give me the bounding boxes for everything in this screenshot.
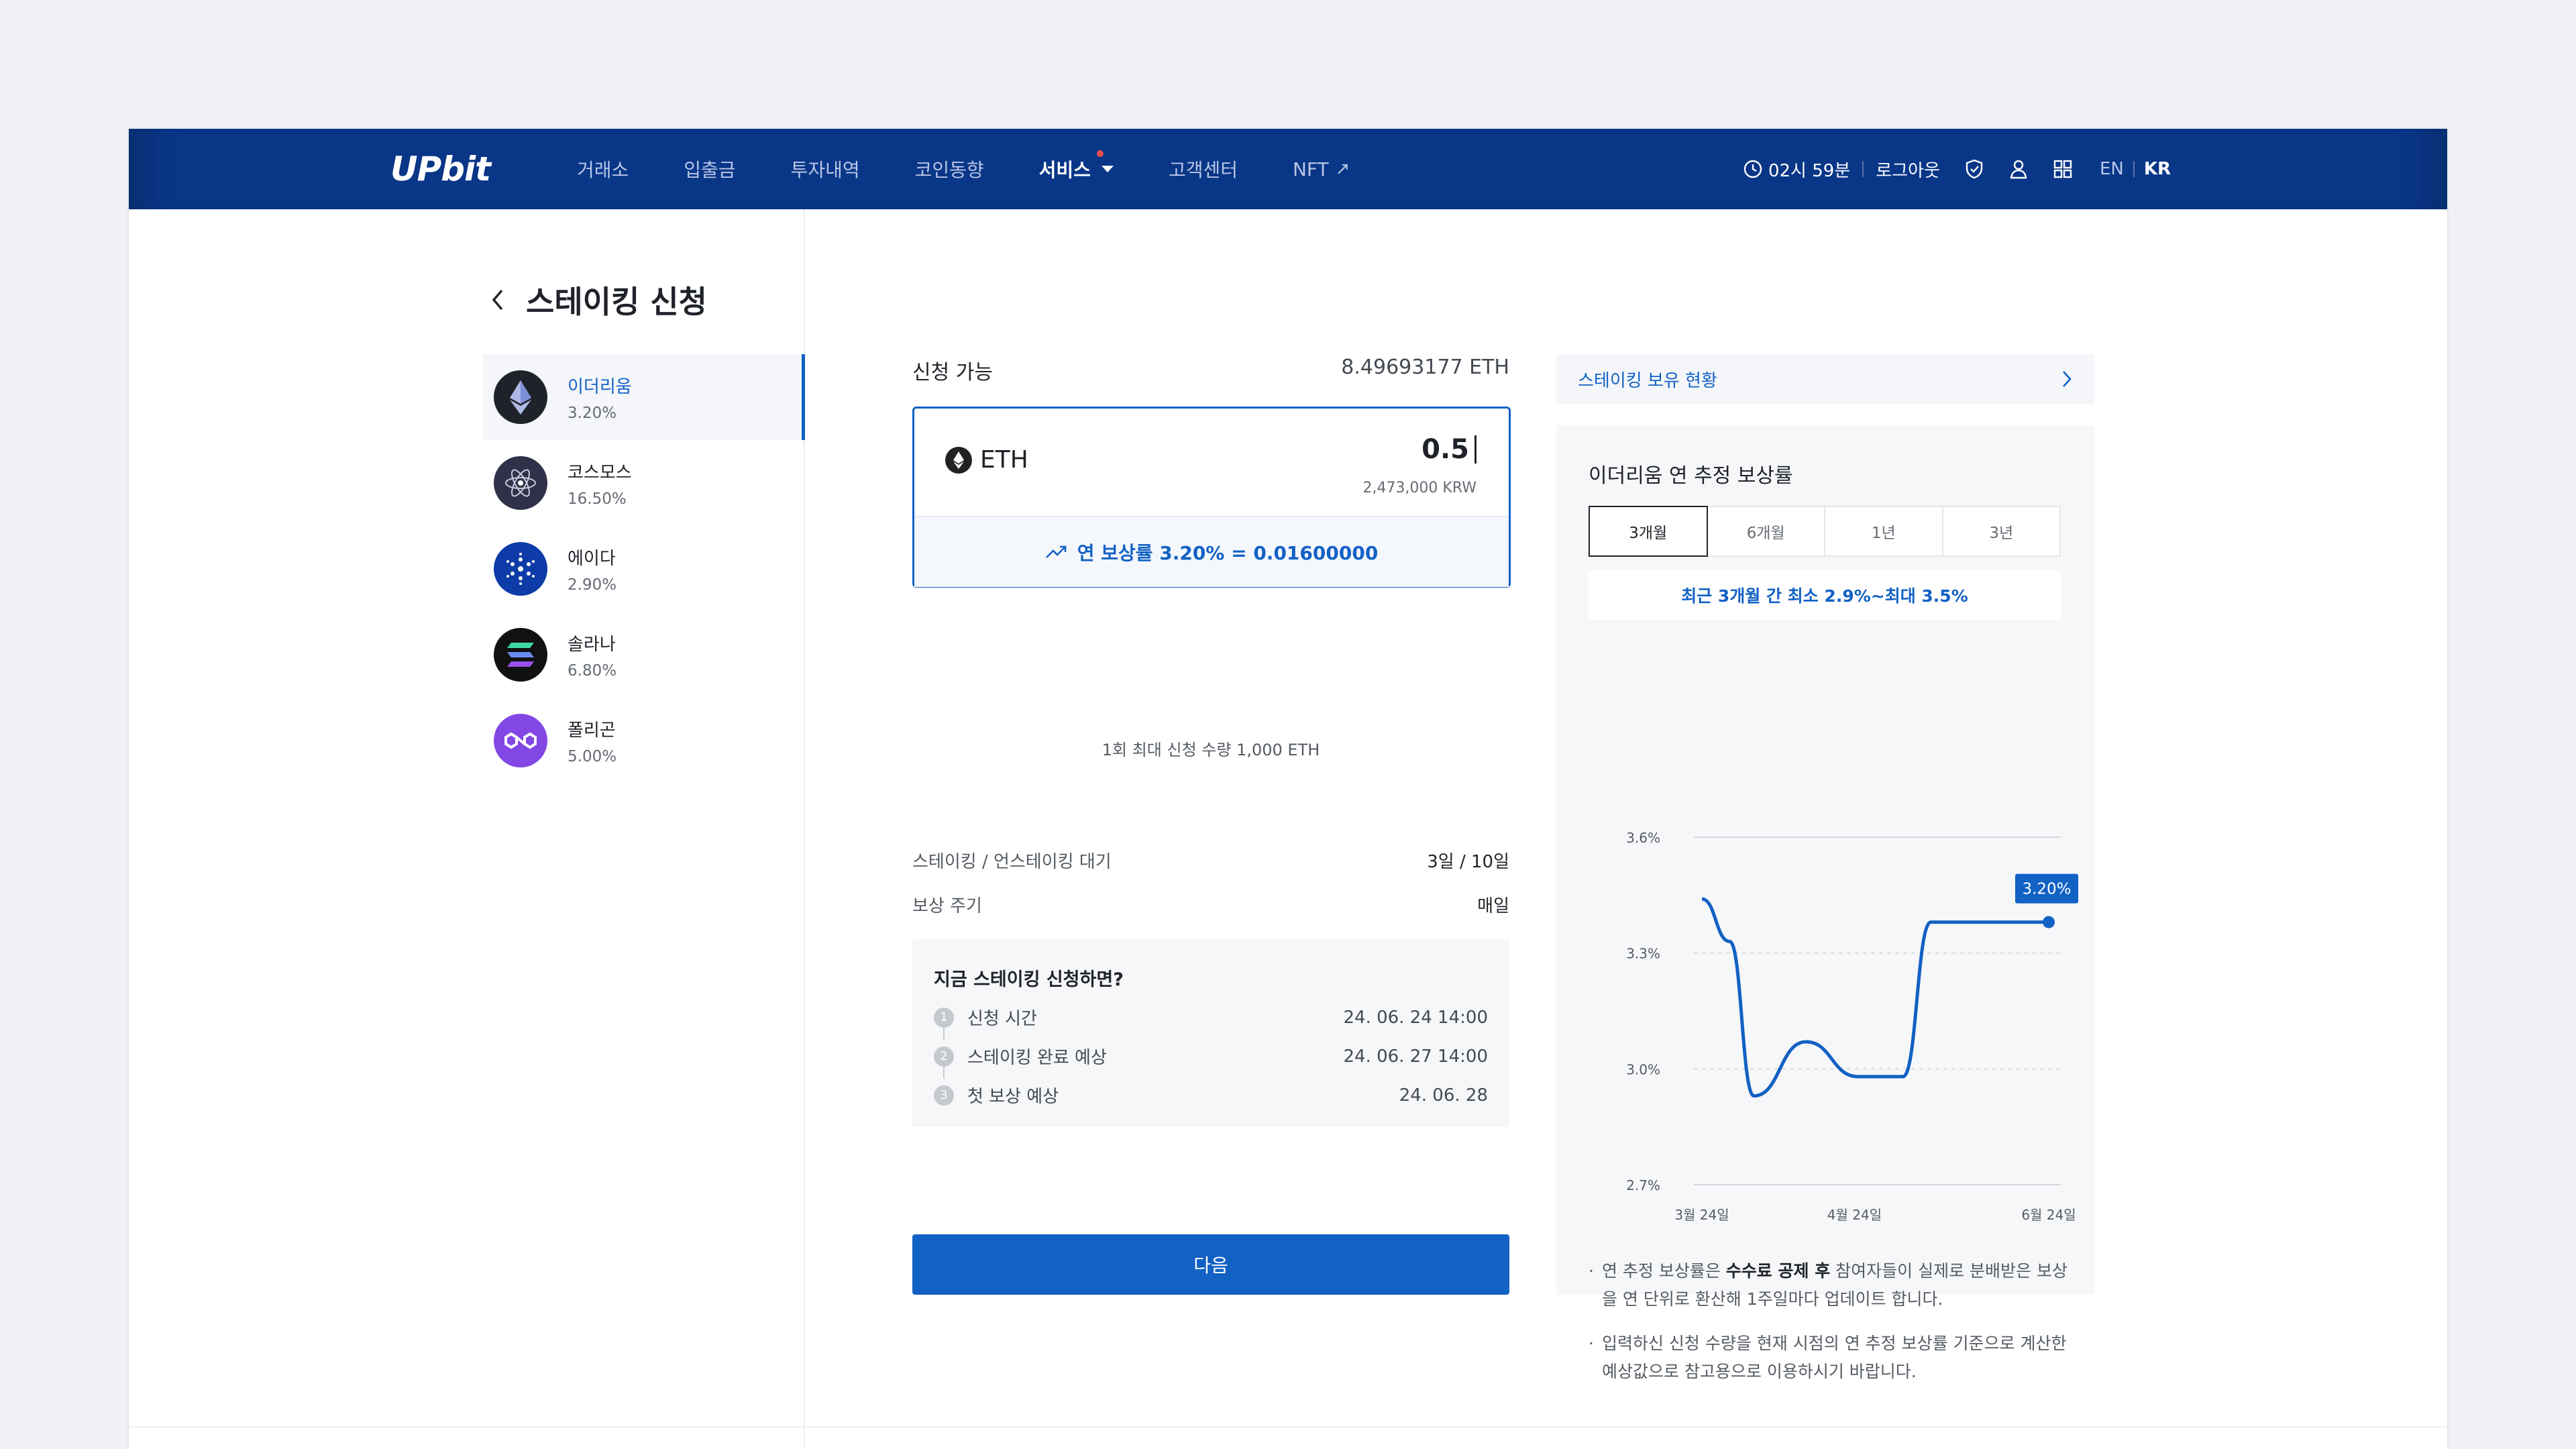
timeline-step: 3 첫 보상 예상 24. 06. 28: [934, 1083, 1488, 1108]
coin-list: 이더리움 3.20% 코스모스 16.50% 에이다 2.90% 솔라나 6.80% 폴…: [483, 354, 805, 784]
ethereum-small-icon: [945, 446, 972, 474]
reward-rate-card: 이더리움 연 추정 보상률 3개월 6개월 1년 3년 최근 3개월 간 최소 …: [1556, 425, 2094, 1381]
y-tick-label: 2.7%: [1626, 1177, 1660, 1193]
nav-deposit-withdraw[interactable]: 입출금: [684, 156, 735, 182]
y-tick-label: 3.3%: [1626, 946, 1660, 962]
page-title: 스테이킹 신청: [488, 278, 707, 322]
app-window: UPbit 거래소 입출금 투자내역 코인동향 서비스 고객센터 NFT ↗ 02…: [129, 129, 2447, 1449]
coin-item-solana[interactable]: 솔라나 6.80%: [483, 612, 805, 698]
shield-icon[interactable]: [1964, 158, 1984, 180]
amount-field[interactable]: 0.5: [1421, 434, 1477, 465]
footer-divider: [129, 1426, 2447, 1428]
back-chevron-icon[interactable]: [488, 286, 507, 313]
nav-nft[interactable]: NFT ↗: [1293, 158, 1350, 180]
nav-exchange[interactable]: 거래소: [577, 156, 629, 182]
lang-kr-button[interactable]: KR: [2144, 159, 2171, 179]
x-tick-label: 3월 24일: [1674, 1207, 1729, 1223]
cosmos-icon: [494, 456, 547, 510]
reward-cycle-row: 보상 주기 매일: [912, 896, 1509, 916]
clock-icon: [1743, 159, 1763, 179]
grid-menu-icon[interactable]: [2053, 159, 2073, 179]
solana-icon: [494, 628, 547, 682]
note-item: · 연 추정 보상률은 수수료 공제 후 참여자들이 실제로 분배받은 보상을 연…: [1589, 1261, 2068, 1309]
nav-customer-center[interactable]: 고객센터: [1169, 156, 1238, 182]
main-nav: 거래소 입출금 투자내역 코인동향 서비스 고객센터 NFT ↗: [577, 129, 1405, 209]
session-timer[interactable]: 02시 59분: [1768, 157, 1850, 182]
coin-item-polygon[interactable]: 폴리곤 5.00%: [483, 698, 805, 784]
staking-holdings-link[interactable]: 스테이킹 보유 현황: [1556, 354, 2094, 404]
asset-selector: ETH: [945, 446, 1028, 474]
coin-item-cosmos[interactable]: 코스모스 16.50%: [483, 440, 805, 526]
disclaimer-notes: · 연 추정 보상률은 수수료 공제 후 참여자들이 실제로 분배받은 보상을 연…: [1589, 1257, 2072, 1402]
note-item: · 입력하신 신청 수량을 현재 시점의 연 추정 보상률 기준으로 계산한 예상…: [1589, 1334, 2067, 1381]
timeline-connector: [943, 1064, 945, 1079]
upbit-logo[interactable]: UPbit: [390, 149, 491, 189]
header-utilities: 02시 59분 로그아웃 EN KR: [1743, 129, 2171, 209]
next-button[interactable]: 다음: [912, 1234, 1509, 1295]
timeline-connector: [943, 1025, 945, 1040]
divider: [2133, 161, 2135, 177]
y-tick-label: 3.0%: [1626, 1061, 1660, 1077]
caret-down-icon: [1101, 166, 1114, 172]
nav-coin-trends[interactable]: 코인동향: [915, 156, 984, 182]
x-tick-label: 6월 24일: [2021, 1207, 2076, 1223]
coin-item-cardano[interactable]: 에이다 2.90%: [483, 526, 805, 612]
x-tick-label: 4월 24일: [1827, 1207, 1882, 1223]
user-icon[interactable]: [2008, 158, 2029, 180]
wait-period-row: 스테이킹 / 언스테이킹 대기 3일 / 10일: [912, 852, 1509, 872]
text-cursor: [1474, 435, 1477, 464]
logout-link[interactable]: 로그아웃: [1876, 157, 1940, 182]
y-tick-label: 3.6%: [1626, 830, 1660, 846]
ethereum-icon: [494, 370, 547, 424]
nav-investments[interactable]: 투자내역: [791, 156, 860, 182]
timeline-box: 지금 스테이킹 신청하면? 1 신청 시간 24. 06. 24 14:00 2…: [912, 939, 1509, 1127]
trending-up-icon: [1045, 544, 1068, 560]
reward-estimate: 연 보상률 3.20% = 0.01600000: [914, 516, 1509, 587]
coin-item-ethereum[interactable]: 이더리움 3.20%: [483, 354, 805, 440]
krw-equivalent: 2,473,000 KRW: [1362, 480, 1477, 496]
new-dot-indicator: [1096, 150, 1104, 157]
lang-en-button[interactable]: EN: [2100, 159, 2124, 179]
max-amount-note: 1회 최대 신청 수량 1,000 ETH: [1102, 741, 1320, 759]
timeline-step: 1 신청 시간 24. 06. 24 14:00: [934, 1005, 1488, 1030]
available-row: 신청 가능 8.49693177 ETH: [912, 356, 1509, 384]
last-point-marker: [2043, 916, 2055, 928]
divider: [1862, 161, 1864, 177]
series-line: [1701, 897, 2049, 1098]
amount-input-box[interactable]: ETH 0.5 2,473,000 KRW 연 보상률 3.20% = 0.01…: [912, 407, 1511, 588]
cardano-icon: [494, 542, 547, 596]
last-value-label: 3.20%: [2022, 881, 2071, 898]
nav-services[interactable]: 서비스: [1039, 150, 1114, 182]
timeline-step: 2 스테이킹 완료 예상 24. 06. 27 14:00: [934, 1044, 1488, 1069]
external-link-icon: ↗: [1335, 159, 1350, 179]
polygon-icon: [494, 714, 547, 767]
reward-rate-chart: 3.6% 3.3% 3.0% 2.7% 3월 24일 4월 24일 6월 24일 3.20%: [1626, 830, 2078, 1223]
amount-input-area[interactable]: ETH 0.5 2,473,000 KRW: [914, 409, 1509, 516]
top-navigation-bar: UPbit 거래소 입출금 투자내역 코인동향 서비스 고객센터 NFT ↗ 02…: [129, 129, 2447, 209]
chevron-right-icon: [2061, 369, 2073, 389]
